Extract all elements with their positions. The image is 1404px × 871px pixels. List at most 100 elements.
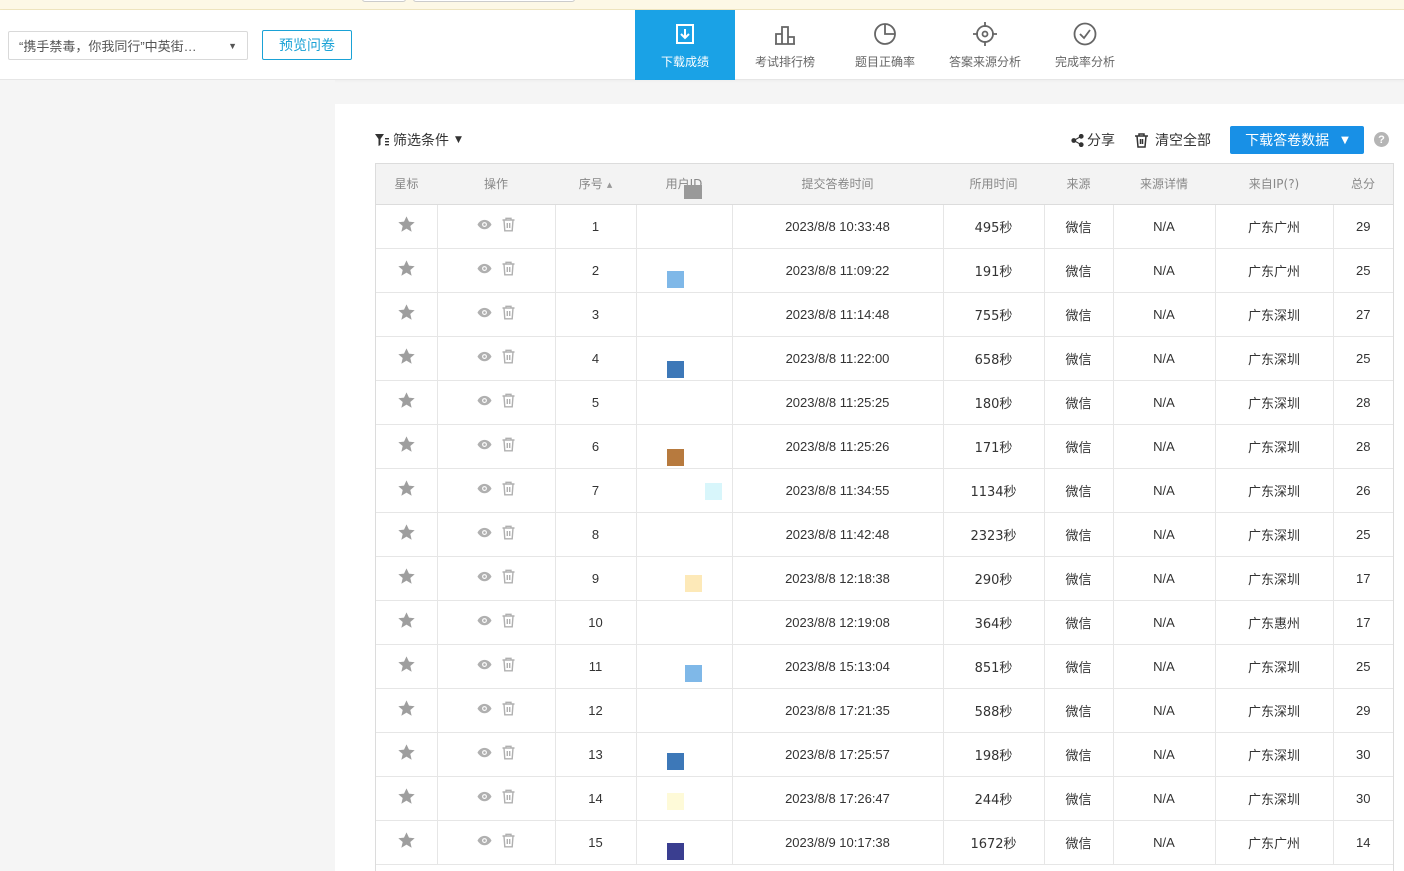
ip-cell: 广东广州	[1215, 820, 1334, 865]
help-icon[interactable]: ?	[1374, 132, 1389, 147]
star-icon[interactable]	[397, 215, 416, 234]
source-cell: 微信	[1044, 820, 1114, 865]
mosaic-block	[684, 664, 702, 682]
star-icon[interactable]	[397, 479, 416, 498]
trash-icon[interactable]	[501, 349, 516, 364]
trash-icon[interactable]	[501, 393, 516, 408]
star-icon[interactable]	[397, 787, 416, 806]
star-icon[interactable]	[397, 523, 416, 542]
eye-icon[interactable]	[476, 305, 492, 320]
trash-icon[interactable]	[501, 789, 516, 804]
source-detail-cell: N/A	[1113, 512, 1216, 557]
source-cell: 微信	[1044, 204, 1114, 249]
star-icon[interactable]	[397, 611, 416, 630]
submit-time-cell: 2023/8/8 11:14:48	[732, 292, 944, 337]
trash-icon[interactable]	[501, 481, 516, 496]
table-row: 3 2023/8/8 11:14:48 755秒 微信 N/A 广东深圳 27	[376, 292, 1393, 337]
top-tab-wide[interactable]	[413, 0, 575, 2]
eye-icon[interactable]	[476, 569, 492, 584]
mosaic-block	[666, 448, 684, 466]
survey-select[interactable]: “携手禁毒，你我同行”中英街… ▼	[8, 31, 248, 60]
nav-exam-ranking[interactable]: 考试排行榜	[735, 10, 835, 80]
star-icon[interactable]	[397, 391, 416, 410]
trash-icon[interactable]	[501, 217, 516, 232]
star-icon[interactable]	[397, 347, 416, 366]
submit-time-cell: 2023/8/9 10:17:38	[732, 820, 944, 865]
trash-icon[interactable]	[501, 745, 516, 760]
star-icon[interactable]	[397, 259, 416, 278]
score-cell: 17	[1333, 556, 1393, 601]
nav-label: 完成率分析	[1054, 54, 1115, 69]
table-row: 14 2023/8/8 17:26:47 244秒 微信 N/A 广东深圳 30	[376, 776, 1393, 821]
trash-icon[interactable]	[501, 261, 516, 276]
col-header-seq[interactable]: 序号 ▲	[555, 164, 636, 205]
trash-icon[interactable]	[501, 657, 516, 672]
star-cell	[376, 820, 438, 865]
star-cell	[376, 468, 438, 513]
filter-conditions-button[interactable]: 筛选条件 ▼	[375, 130, 462, 150]
nav-download-scores[interactable]: 下载成绩	[635, 10, 735, 80]
source-cell: 微信	[1044, 380, 1114, 425]
col-header-source-detail: 来源详情	[1113, 164, 1215, 205]
mosaic-block	[684, 185, 702, 199]
eye-icon[interactable]	[476, 789, 492, 804]
score-cell: 25	[1333, 248, 1393, 293]
actions-cell	[437, 336, 556, 381]
eye-icon[interactable]	[476, 745, 492, 760]
col-header-source: 来源	[1044, 164, 1113, 205]
eye-icon[interactable]	[476, 833, 492, 848]
source-cell: 微信	[1044, 336, 1114, 381]
star-icon[interactable]	[397, 699, 416, 718]
eye-icon[interactable]	[476, 701, 492, 716]
source-detail-cell: N/A	[1113, 380, 1216, 425]
trash-icon[interactable]	[501, 437, 516, 452]
score-cell: 29	[1333, 688, 1393, 733]
nav-label: 答案来源分析	[948, 54, 1021, 69]
trash-icon[interactable]	[501, 701, 516, 716]
eye-icon[interactable]	[476, 393, 492, 408]
eye-icon[interactable]	[476, 437, 492, 452]
star-cell	[376, 336, 438, 381]
star-cell	[376, 380, 438, 425]
col-header-submit-time: 提交答卷时间	[732, 164, 943, 205]
star-icon[interactable]	[397, 655, 416, 674]
preview-survey-button[interactable]: 预览问卷	[262, 30, 352, 60]
table-header-row: 星标 操作 序号▲ 用户ID 提交答卷时间 所用时间 来源 来源详情 来自IP(…	[376, 164, 1393, 205]
eye-icon[interactable]	[476, 613, 492, 628]
nav-question-accuracy[interactable]: 题目正确率	[835, 10, 935, 80]
pie-chart-icon	[874, 22, 896, 45]
eye-icon[interactable]	[476, 217, 492, 232]
eye-icon[interactable]	[476, 525, 492, 540]
table-toolbar: 筛选条件 ▼ 分享 清空全部 下载答卷数据 ▼ ?	[375, 126, 1394, 154]
trash-icon[interactable]	[501, 833, 516, 848]
trash-icon[interactable]	[501, 569, 516, 584]
clear-all-button[interactable]: 清空全部	[1134, 130, 1211, 150]
trash-icon[interactable]	[501, 525, 516, 540]
trash-icon[interactable]	[501, 305, 516, 320]
target-icon	[973, 21, 997, 46]
download-answers-button[interactable]: 下载答卷数据 ▼	[1230, 126, 1364, 154]
star-icon[interactable]	[397, 743, 416, 762]
star-icon[interactable]	[397, 831, 416, 850]
source-detail-cell: N/A	[1113, 336, 1216, 381]
eye-icon[interactable]	[476, 657, 492, 672]
seq-cell: 13	[555, 732, 637, 777]
nav-answer-source[interactable]: 答案来源分析	[935, 10, 1035, 80]
star-icon[interactable]	[397, 303, 416, 322]
eye-icon[interactable]	[476, 261, 492, 276]
source-detail-cell: N/A	[1113, 292, 1216, 337]
ip-cell: 广东深圳	[1215, 292, 1334, 337]
star-icon[interactable]	[397, 567, 416, 586]
eye-icon[interactable]	[476, 349, 492, 364]
top-tab-small[interactable]	[362, 0, 406, 2]
trash-icon[interactable]	[501, 613, 516, 628]
duration-cell: 588秒	[943, 688, 1045, 733]
share-button[interactable]: 分享	[1071, 130, 1115, 150]
actions-cell	[437, 776, 556, 821]
clear-all-label: 清空全部	[1155, 133, 1211, 149]
nav-completion-rate[interactable]: 完成率分析	[1035, 10, 1135, 80]
score-cell: 27	[1333, 292, 1393, 337]
eye-icon[interactable]	[476, 481, 492, 496]
source-cell: 微信	[1044, 248, 1114, 293]
star-icon[interactable]	[397, 435, 416, 454]
